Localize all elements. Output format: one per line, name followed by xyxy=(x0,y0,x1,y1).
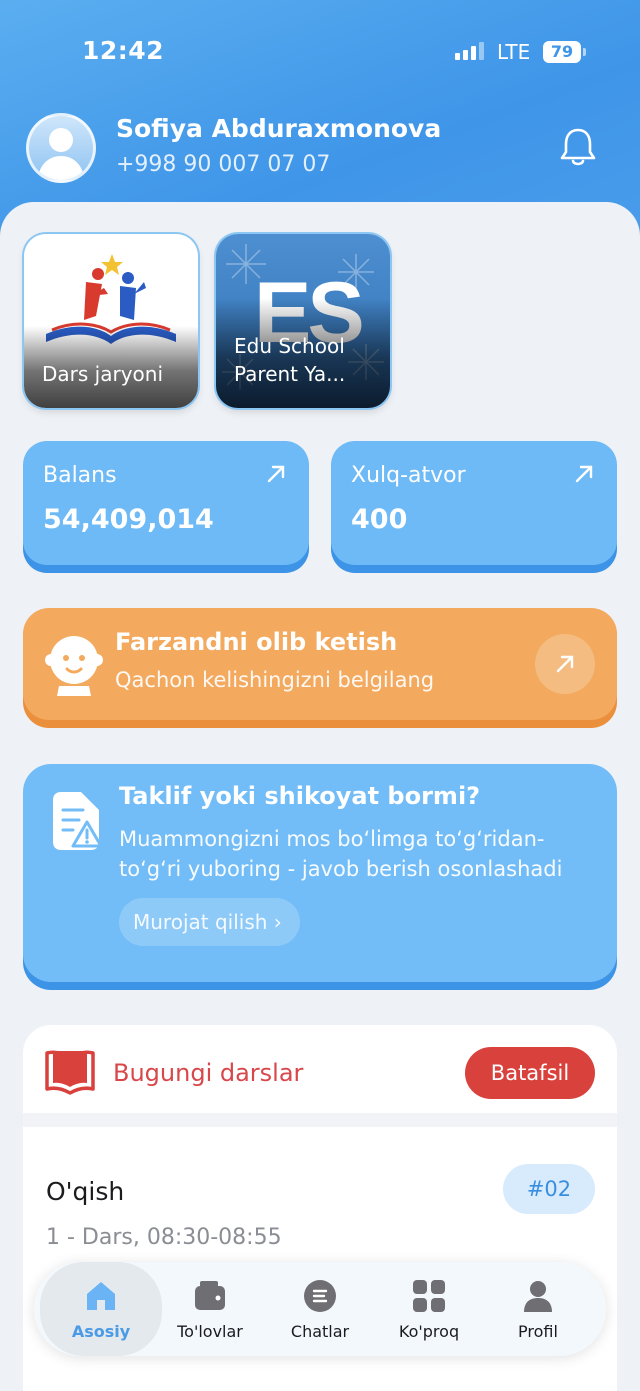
pickup-title: Farzandni olib ketish xyxy=(115,628,398,656)
balance-title: Balans xyxy=(43,463,117,488)
divider xyxy=(23,1113,617,1127)
status-bar: 12:42 LTE 79 xyxy=(0,0,640,100)
details-button[interactable]: Batafsil xyxy=(465,1047,595,1099)
network-type: LTE xyxy=(497,40,531,64)
arrow-up-right-icon xyxy=(556,655,574,673)
submit-appeal-button[interactable]: Murojat qilish › xyxy=(119,898,300,946)
person-icon xyxy=(524,1281,552,1312)
grid-icon xyxy=(413,1280,445,1312)
home-icon xyxy=(87,1282,115,1310)
book-icon xyxy=(45,1050,95,1095)
tab-label: Profil xyxy=(518,1322,558,1341)
tab-chatlar[interactable]: Chatlar xyxy=(265,1262,375,1356)
user-name: Sofiya Abduraxmonova xyxy=(116,114,442,143)
app-tile-dars-jaryoni[interactable]: Dars jaryoni xyxy=(24,234,198,408)
tab-label: Ko'proq xyxy=(398,1322,460,1341)
avatar[interactable] xyxy=(26,113,96,183)
chevron-right-icon: › xyxy=(273,910,282,934)
signal-icon xyxy=(455,42,484,60)
baby-face-icon xyxy=(45,636,103,696)
behavior-value: 400 xyxy=(351,504,408,535)
behavior-card[interactable]: Xulq-atvor 400 xyxy=(331,441,617,565)
pickup-subtitle: Qachon kelishingizni belgilang xyxy=(115,668,435,692)
status-time: 12:42 xyxy=(82,36,165,65)
tab-koproq[interactable]: Ko'proq xyxy=(374,1262,484,1356)
feedback-subtitle: Muammongizni mos bo‘limga to‘g‘ridan-to‘… xyxy=(119,827,563,881)
arrow-up-right-icon xyxy=(267,465,285,483)
tab-asosiy[interactable]: Asosiy xyxy=(40,1262,162,1356)
lessons-title: Bugungi darslar xyxy=(113,1059,304,1087)
behavior-title: Xulq-atvor xyxy=(351,463,466,488)
user-phone: +998 90 007 07 07 xyxy=(116,152,331,177)
tab-label: Asosiy xyxy=(71,1322,131,1341)
balance-card[interactable]: Balans 54,409,014 xyxy=(23,441,309,565)
app-tile-label: Dars jaryoni xyxy=(24,326,198,408)
notification-bell-icon[interactable] xyxy=(558,126,598,168)
wallet-icon xyxy=(195,1281,225,1310)
submit-appeal-label: Murojat qilish xyxy=(133,910,268,934)
feedback-card[interactable]: Taklif yoki shikoyat bormi? Muammongizni… xyxy=(23,764,617,982)
app-tile-label: Edu School Parent Ya... xyxy=(216,298,390,408)
battery-tip xyxy=(583,48,586,56)
lessons-header: Bugungi darslar Batafsil xyxy=(23,1025,617,1115)
complaint-document-icon xyxy=(53,792,103,850)
chat-icon xyxy=(304,1280,336,1312)
battery-icon: 79 xyxy=(543,41,581,63)
lesson-number-badge: #02 xyxy=(503,1164,595,1214)
tab-profil[interactable]: Profil xyxy=(483,1262,593,1356)
tab-label: Chatlar xyxy=(290,1322,350,1341)
child-pickup-card[interactable]: Farzandni olib ketish Qachon kelishingiz… xyxy=(23,608,617,720)
feedback-title: Taklif yoki shikoyat bormi? xyxy=(119,782,481,810)
lesson-time: 1 - Dars, 08:30-08:55 xyxy=(46,1225,282,1250)
tab-label: To'lovlar xyxy=(177,1322,243,1341)
balance-value: 54,409,014 xyxy=(43,504,214,535)
bottom-tab-bar: Asosiy To'lovlar Chatlar Ko'proq Profil xyxy=(34,1262,606,1356)
pickup-open-button[interactable] xyxy=(535,634,595,694)
tab-tolovlar[interactable]: To'lovlar xyxy=(155,1262,265,1356)
lesson-name: O'qish xyxy=(46,1177,125,1206)
app-tile-edu-school[interactable]: ES Edu School Parent Ya... xyxy=(216,234,390,408)
arrow-up-right-icon xyxy=(575,465,593,483)
